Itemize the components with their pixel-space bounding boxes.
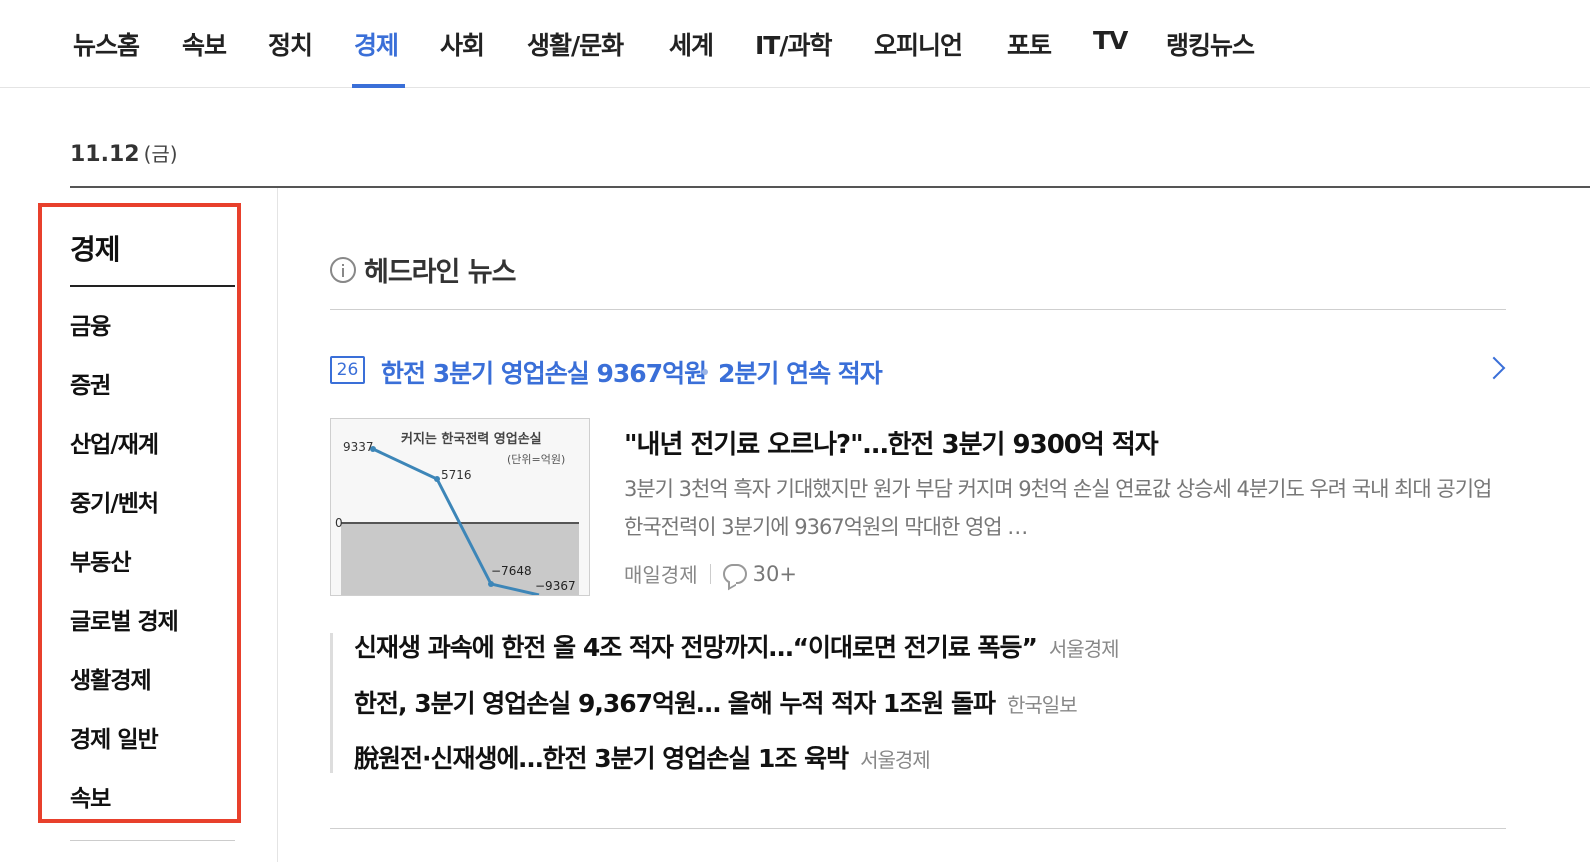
thumb-label-4: −9367 [535, 579, 576, 593]
sidebar-item-finance[interactable]: 금융 [70, 307, 111, 341]
related-article-press[interactable]: 한국일보 [1007, 689, 1078, 718]
related-article: 신재생 과속에 한전 올 4조 적자 전망까지…“이대로면 전기료 폭등” 서울… [354, 628, 1119, 664]
sidebar-divider [70, 285, 235, 287]
sidebar-item-real-estate[interactable]: 부동산 [70, 543, 131, 577]
sidebar-bottom-divider [70, 840, 235, 841]
thumb-label-3: −7648 [491, 564, 532, 578]
sidebar-item-smb-venture[interactable]: 중기/벤처 [70, 484, 159, 518]
nav-item-economy[interactable]: 경제 [354, 26, 399, 62]
meta-separator [709, 563, 711, 584]
nav-item-politics[interactable]: 정치 [268, 26, 313, 62]
sidebar-item-economy-general[interactable]: 경제 일반 [70, 720, 159, 754]
sidebar-item-living-economy[interactable]: 생활경제 [70, 661, 152, 695]
nav-item-breaking[interactable]: 속보 [182, 26, 227, 62]
thumb-label-1: 9337 [343, 440, 374, 454]
comment-count[interactable]: 30+ [753, 562, 797, 586]
related-list-bar [330, 633, 333, 773]
date-divider [70, 186, 1590, 188]
headline-divider [330, 309, 1506, 310]
date-weekday: (금) [143, 142, 178, 166]
related-article: 한전, 3분기 영업손실 9,367억원… 올해 누적 적자 1조원 돌파 한국… [354, 684, 1078, 720]
related-article-title[interactable]: 한전, 3분기 영업손실 9,367억원… 올해 누적 적자 1조원 돌파 [354, 684, 996, 720]
headline-section-title: 헤드라인 뉴스 [330, 250, 516, 289]
related-article-title[interactable]: 脫원전·신재생에…한전 3분기 영업손실 1조 육박 [354, 739, 849, 775]
thumb-zero: 0 [335, 516, 343, 530]
nav-item-it-science[interactable]: IT/과학 [755, 26, 832, 62]
nav-item-ranking[interactable]: 랭킹뉴스 [1166, 26, 1255, 62]
nav-item-society[interactable]: 사회 [440, 26, 485, 62]
headline-title-text: 헤드라인 뉴스 [364, 257, 516, 288]
date-day: 11.12 [70, 142, 140, 167]
date-label: 11.12 (금) [70, 138, 178, 167]
bullet-dot [702, 369, 708, 375]
cluster-count-badge[interactable]: 26 [330, 356, 365, 384]
thumb-label-2: 5716 [441, 468, 472, 482]
related-article: 脫원전·신재생에…한전 3분기 영업손실 1조 육박 서울경제 [354, 739, 931, 775]
article-thumbnail[interactable]: 커지는 한국전력 영업손실 (단위=억원) 9337 5716 0 −7648 … [330, 418, 590, 596]
bottom-divider [330, 828, 1506, 829]
related-article-press[interactable]: 서울경제 [860, 744, 931, 773]
chevron-right-icon[interactable] [1482, 356, 1506, 380]
sidebar-item-breaking[interactable]: 속보 [70, 779, 111, 813]
sidebar-title[interactable]: 경제 [70, 228, 121, 268]
press-name[interactable]: 매일경제 [624, 559, 698, 588]
active-tab-indicator [352, 84, 405, 88]
main-article-meta: 매일경제 30+ [624, 559, 797, 588]
nav-item-world[interactable]: 세계 [669, 26, 714, 62]
loss-chart-image: 커지는 한국전력 영업손실 (단위=억원) 9337 5716 0 −7648 … [331, 419, 589, 595]
thumb-unit: (단위=억원) [507, 453, 565, 466]
top-nav: 뉴스홈 속보 정치 경제 사회 생활/문화 세계 IT/과학 오피니언 포토 T… [0, 0, 1590, 88]
sidebar-item-industry[interactable]: 산업/재계 [70, 425, 159, 459]
nav-item-life-culture[interactable]: 생활/문화 [527, 26, 624, 62]
thumb-title: 커지는 한국전력 영업손실 [401, 431, 542, 447]
cluster-subtitle-text: 2분기 연속 적자 [718, 359, 883, 388]
cluster-subtitle[interactable]: 2분기 연속 적자 [702, 354, 883, 390]
nav-item-news-home[interactable]: 뉴스홈 [73, 26, 140, 62]
related-article-press[interactable]: 서울경제 [1049, 633, 1120, 662]
cluster-title-link[interactable]: 한전 3분기 영업손실 9367억원 [381, 354, 707, 390]
nav-item-tv[interactable]: TV [1093, 26, 1128, 55]
related-article-title[interactable]: 신재생 과속에 한전 올 4조 적자 전망까지…“이대로면 전기료 폭등” [354, 628, 1038, 664]
sidebar-item-securities[interactable]: 증권 [70, 366, 111, 400]
column-divider [277, 188, 278, 862]
sidebar-item-global-economy[interactable]: 글로벌 경제 [70, 602, 179, 636]
info-icon[interactable] [330, 256, 356, 283]
main-article-summary[interactable]: 3분기 3천억 흑자 기대했지만 원가 부담 커지며 9천억 손실 연료값 상승… [624, 470, 1504, 546]
nav-item-photo[interactable]: 포토 [1007, 26, 1052, 62]
comment-icon[interactable] [722, 563, 747, 584]
main-article-title[interactable]: "내년 전기료 오르나?"…한전 3분기 9300억 적자 [624, 424, 1159, 461]
nav-item-opinion[interactable]: 오피니언 [874, 26, 963, 62]
